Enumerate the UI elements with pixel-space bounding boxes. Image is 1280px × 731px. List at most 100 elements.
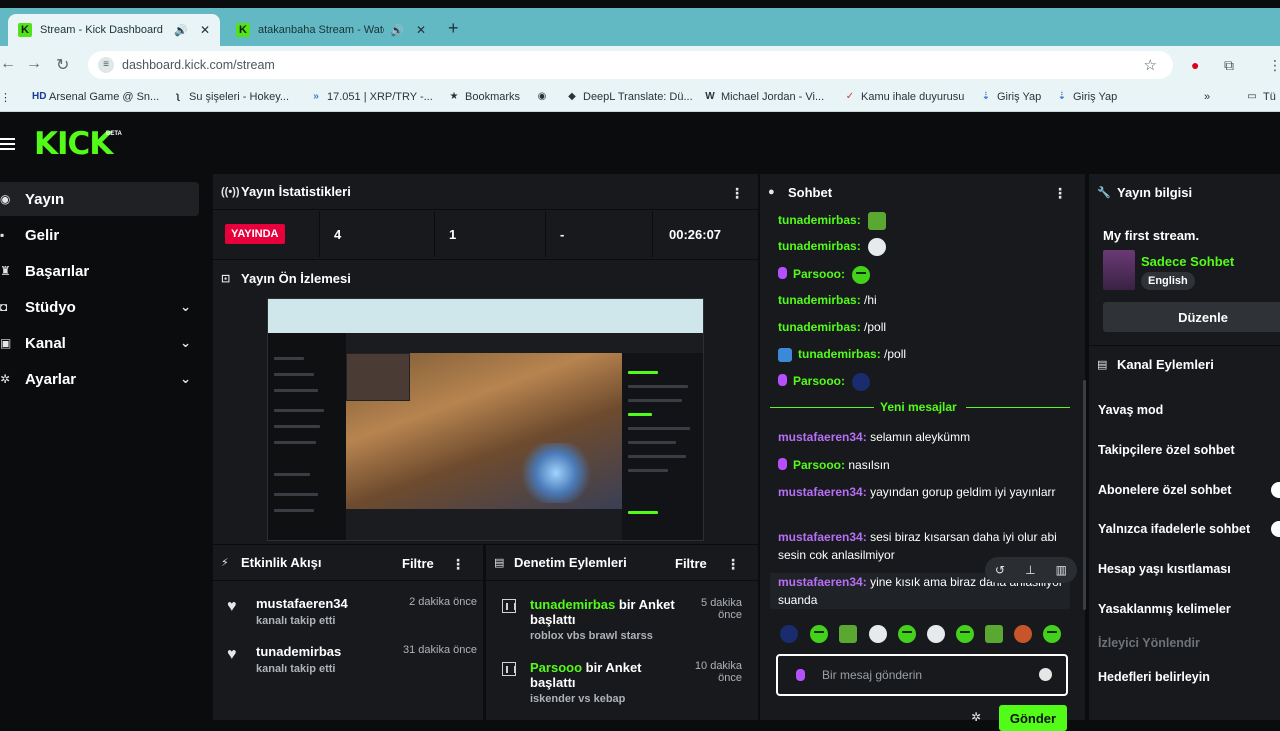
emote-only-toggle[interactable] xyxy=(1271,521,1280,537)
bookmark-item[interactable]: ★ Bookmarks xyxy=(448,91,521,103)
filter-button[interactable]: Filtre xyxy=(675,556,707,571)
sidebar-item-ayarlar[interactable]: ✲ Ayarlar ⌄ xyxy=(0,362,199,396)
money-icon: ▪ xyxy=(0,228,5,242)
emote-icon[interactable] xyxy=(985,625,1003,643)
bookmark-item[interactable]: W Michael Jordan - Vi... xyxy=(704,91,824,103)
bookmarks-bar: ⋮ HD Arsenal Game @ Sn... ʅ Su şişeleri - … xyxy=(0,84,1280,112)
new-messages-divider[interactable]: Yeni mesajlar xyxy=(770,400,1070,416)
chat-message[interactable]: tunademirbas: xyxy=(778,211,1070,230)
filter-button[interactable]: Filtre xyxy=(402,556,434,571)
emote-icon[interactable] xyxy=(956,625,974,643)
kebab-menu-icon[interactable]: ⋮ xyxy=(730,185,744,202)
tab-kick-dashboard[interactable]: Stream - Kick Dashboard 🔊 ✕ xyxy=(8,14,220,46)
chat-message[interactable]: tunademirbas: xyxy=(778,237,1070,256)
action-slow-mode[interactable]: Yavaş mod xyxy=(1098,403,1163,417)
emote-icon[interactable] xyxy=(780,625,798,643)
site-info-icon[interactable]: ≡ xyxy=(98,57,114,73)
kebab-menu-icon[interactable]: ⋮ xyxy=(451,556,465,573)
chat-scrollbar[interactable] xyxy=(1083,380,1086,610)
chevron-down-icon[interactable]: ⌄ xyxy=(180,371,191,387)
sidebar-item-yayin[interactable]: ◉ Yayın xyxy=(0,182,199,216)
hamburger-menu-icon[interactable] xyxy=(0,138,15,150)
bookmark-item[interactable]: HD Arsenal Game @ Sn... xyxy=(32,91,159,103)
chevron-down-icon[interactable]: ⌄ xyxy=(180,335,191,351)
bookmark-folder[interactable]: ▭ Tü xyxy=(1246,91,1276,103)
action-followers-only[interactable]: Takipçilere özel sohbet xyxy=(1098,443,1235,457)
wikipedia-icon: W xyxy=(705,91,715,102)
emote-icon[interactable] xyxy=(1043,625,1061,643)
trash-icon[interactable]: ▥ xyxy=(1056,563,1067,577)
bookmark-item[interactable]: ʅ Su şişeleri - Hokey... xyxy=(172,91,289,103)
bookmark-apps-icon[interactable]: ⋮ xyxy=(0,91,11,104)
speaker-icon[interactable]: 🔊 xyxy=(174,24,188,37)
chat-message-input[interactable] xyxy=(822,666,1022,684)
emote-icon[interactable] xyxy=(810,625,828,643)
kebab-menu-icon[interactable]: ⋮ xyxy=(1053,185,1067,202)
chat-message[interactable]: mustafaeren34: yayından gorup geldim iyi… xyxy=(778,483,1070,501)
action-subscribers-only[interactable]: Abonelere özel sohbet xyxy=(1098,483,1231,497)
chat-message[interactable]: tunademirbas: /poll xyxy=(778,345,1070,363)
bookmarks-overflow-icon[interactable]: » xyxy=(1204,91,1210,103)
moderation-user[interactable]: tunademirbas xyxy=(530,597,615,612)
category-name[interactable]: Sadece Sohbet xyxy=(1141,254,1234,269)
bookmark-item[interactable]: » 17.051 | XRP/TRY -... xyxy=(310,91,433,103)
chat-message[interactable]: Parsooo: xyxy=(778,265,1070,284)
gear-icon: ✲ xyxy=(0,372,11,386)
close-tab-icon[interactable]: ✕ xyxy=(200,23,210,37)
emote-icon[interactable] xyxy=(927,625,945,643)
reply-icon[interactable]: ↺ xyxy=(995,563,1005,577)
action-banned-words[interactable]: Yasaklanmış kelimeler xyxy=(1098,602,1231,616)
reload-icon[interactable]: ↻ xyxy=(56,55,69,75)
speaker-icon[interactable]: 🔊 xyxy=(390,24,404,37)
category-thumbnail[interactable] xyxy=(1103,250,1135,290)
address-bar[interactable]: ≡ dashboard.kick.com/stream ☆ xyxy=(88,51,1173,79)
emote-icon[interactable] xyxy=(1014,625,1032,643)
bookmark-item[interactable]: ⇣ Giriş Yap xyxy=(1056,91,1117,103)
sidebar-item-basarilar[interactable]: ♜ Başarılar xyxy=(0,254,199,288)
activity-text: kanalı takip etti xyxy=(256,615,336,627)
chevron-down-icon[interactable]: ⌄ xyxy=(180,299,191,315)
subscribers-only-toggle[interactable] xyxy=(1271,482,1280,498)
extensions-icon[interactable]: ⧉ xyxy=(1224,57,1234,74)
emote-icon[interactable] xyxy=(869,625,887,643)
sidebar-item-kanal[interactable]: ▣ Kanal ⌄ xyxy=(0,326,199,360)
chat-settings-gear-icon[interactable]: ✲ xyxy=(971,710,981,724)
chat-message[interactable]: mustafaeren34: selamın aleykümm xyxy=(778,428,1070,446)
opera-icon[interactable]: ● xyxy=(1191,57,1199,73)
kick-logo[interactable]: KICK xyxy=(34,126,113,162)
pin-icon[interactable]: ⊥ xyxy=(1025,563,1035,577)
menu-dots-icon[interactable]: ⋮ xyxy=(1268,57,1280,74)
bookmark-item[interactable]: ◉ xyxy=(536,91,553,103)
emote-icon[interactable] xyxy=(839,625,857,643)
poll-icon xyxy=(502,599,516,613)
forward-arrow-icon[interactable]: → xyxy=(26,55,42,73)
tab-atakanbaha-stream[interactable]: atakanbaha Stream - Watch 🔊 ✕ xyxy=(226,14,436,46)
bookmark-item[interactable]: ✓ Kamu ihale duyurusu xyxy=(844,91,965,103)
emoji-picker-icon[interactable] xyxy=(1039,668,1052,681)
login-icon: ⇣ xyxy=(1057,91,1067,102)
kebab-menu-icon[interactable]: ⋮ xyxy=(726,556,740,573)
action-account-age[interactable]: Hesap yaşı kısıtlaması xyxy=(1098,562,1231,576)
emote-icon[interactable] xyxy=(898,625,916,643)
chat-message[interactable]: tunademirbas: /poll xyxy=(778,318,1070,336)
send-button[interactable]: Gönder xyxy=(999,705,1067,731)
stream-preview-video[interactable] xyxy=(267,298,704,541)
moderation-user[interactable]: Parsooo xyxy=(530,660,582,675)
action-host-redirect: İzleyici Yönlendir xyxy=(1098,636,1200,650)
new-tab-button[interactable]: + xyxy=(448,18,459,39)
bookmark-item[interactable]: ◆ DeepL Translate: Dü... xyxy=(566,91,693,103)
edit-stream-info-button[interactable]: Düzenle xyxy=(1103,302,1280,332)
sidebar-item-gelir[interactable]: ▪ Gelir xyxy=(0,218,199,252)
action-emote-only[interactable]: Yalnızca ifadelerle sohbet xyxy=(1098,522,1250,536)
bookmark-star-icon[interactable]: ☆ xyxy=(1144,56,1157,74)
chat-message[interactable]: Parsooo: xyxy=(778,372,1070,391)
back-arrow-icon[interactable]: ← xyxy=(0,55,16,73)
chat-input-box[interactable] xyxy=(776,654,1068,696)
action-set-goals[interactable]: Hedefleri belirleyin xyxy=(1098,670,1210,684)
sidebar-item-studyo[interactable]: ◘ Stüdyo ⌄ xyxy=(0,290,199,324)
duration-stat: 00:26:07 xyxy=(652,211,758,257)
bookmark-item[interactable]: ⇣ Giriş Yap xyxy=(980,91,1041,103)
chat-message[interactable]: Parsooo: nasılsın xyxy=(778,456,1070,474)
chat-message[interactable]: tunademirbas: /hi xyxy=(778,291,1070,309)
close-tab-icon[interactable]: ✕ xyxy=(416,23,426,37)
